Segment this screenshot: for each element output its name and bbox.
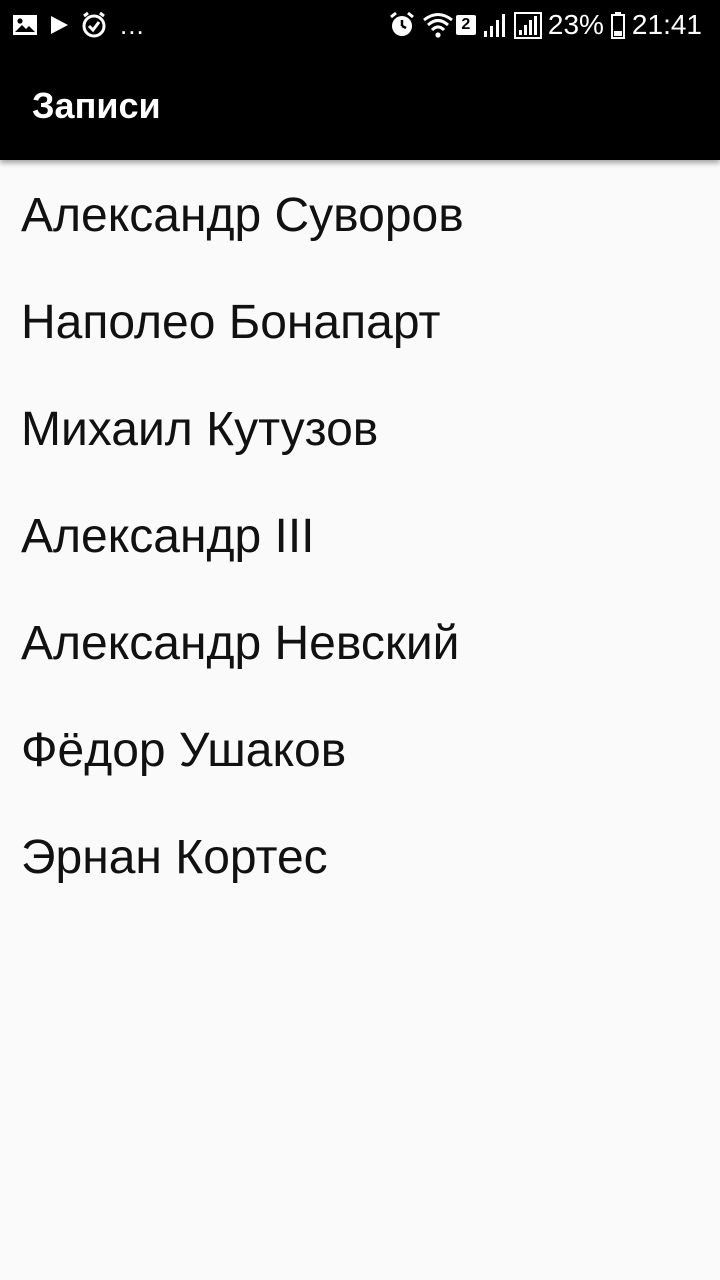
records-list: Александр Суворов Наполео Бонапарт Михаил … xyxy=(0,160,720,909)
list-item[interactable]: Наполео Бонапарт xyxy=(0,267,720,374)
page-title: Записи xyxy=(32,85,161,126)
battery-percent: 23% xyxy=(547,9,604,40)
list-item[interactable]: Александр Суворов xyxy=(0,160,720,267)
signal-icon xyxy=(513,11,542,39)
list-item[interactable]: Фёдор Ушаков xyxy=(0,695,720,802)
more-notifications: ... xyxy=(120,10,145,40)
status-bar-left: ... xyxy=(12,0,145,50)
list-item[interactable]: Эрнан Кортес xyxy=(0,802,720,909)
sim-badge: 2 xyxy=(455,15,476,35)
signal-icon xyxy=(482,11,508,39)
play-icon xyxy=(48,13,70,37)
list-item[interactable]: Александр III xyxy=(0,481,720,588)
status-bar: ... 2 23% 21:41 xyxy=(0,0,720,50)
status-bar-right: 2 23% 21:41 xyxy=(388,0,702,50)
clock-check-icon xyxy=(80,11,108,39)
battery-icon xyxy=(610,11,626,39)
clock: 21:41 xyxy=(631,9,702,40)
alarm-icon xyxy=(388,11,416,39)
list-item[interactable]: Михаил Кутузов xyxy=(0,374,720,481)
app-bar: Записи xyxy=(0,50,720,160)
wifi-icon xyxy=(422,11,454,39)
image-icon xyxy=(12,13,38,37)
list-item[interactable]: Александр Невский xyxy=(0,588,720,695)
